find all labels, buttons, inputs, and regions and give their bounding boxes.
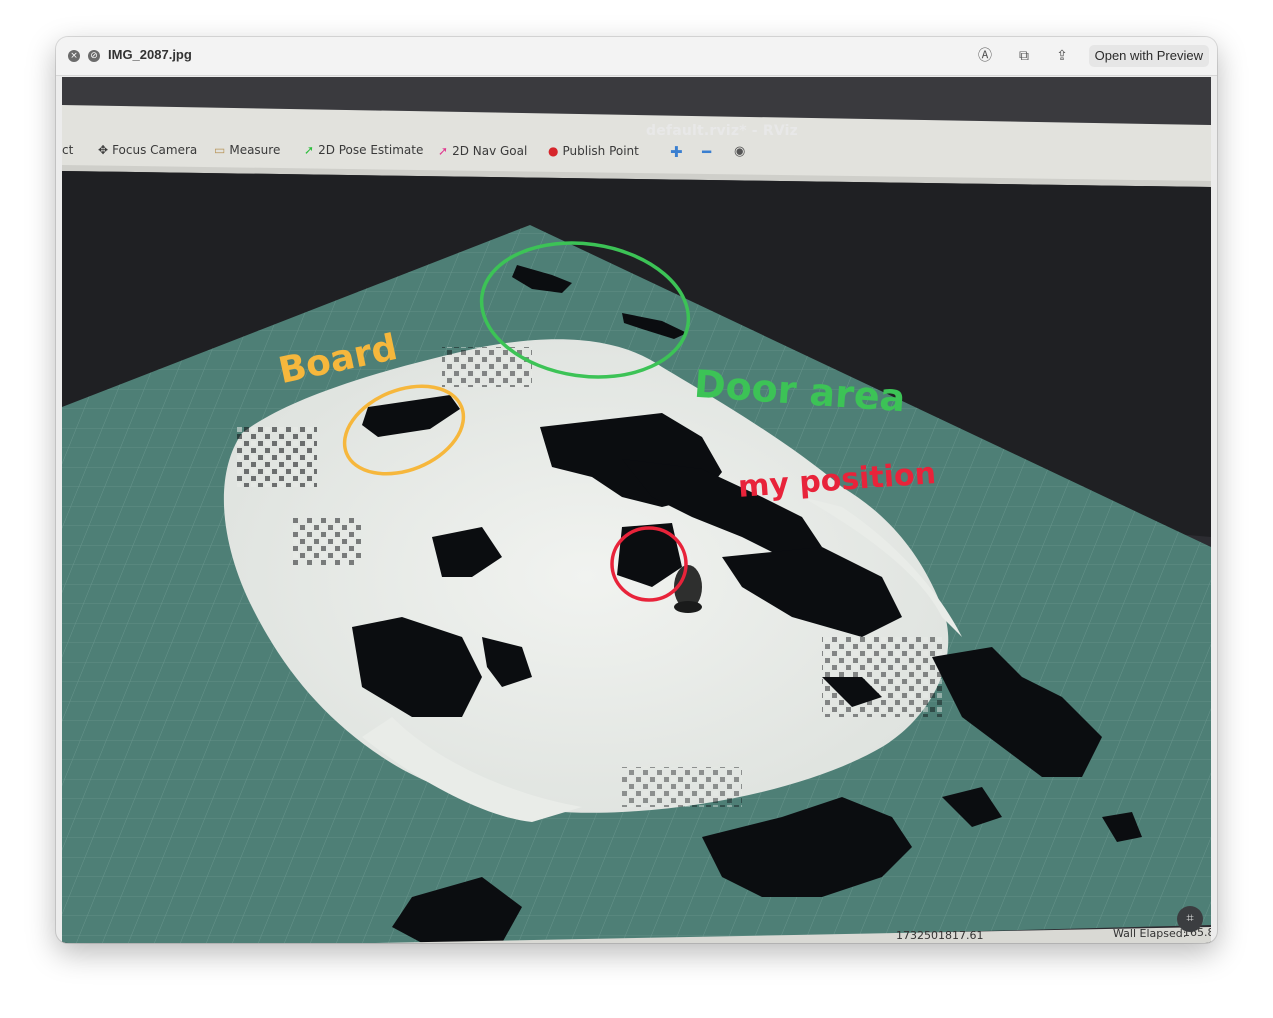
toolbar-2d-pose-estimate[interactable]: ➚ 2D Pose Estimate	[304, 143, 423, 157]
map-pin-icon: ●	[548, 144, 559, 158]
publish-point-label: Publish Point	[562, 144, 639, 158]
remove-tool-icon[interactable]: ━	[702, 143, 711, 161]
rviz-title: default.rviz* - RViz	[646, 123, 799, 139]
pose-estimate-label: 2D Pose Estimate	[318, 143, 424, 157]
nav-goal-label: 2D Nav Goal	[452, 144, 528, 158]
toolbar-measure[interactable]: ▭ Measure	[214, 143, 280, 157]
rotate-icon[interactable]: ⧉	[1015, 47, 1033, 65]
view-options-icon[interactable]: ◉	[734, 144, 745, 159]
rviz-screen-photo	[62, 77, 1211, 943]
toolbar-2d-nav-goal[interactable]: ➚ 2D Nav Goal	[438, 144, 527, 158]
ros-time-value: 1732501817.61	[896, 929, 984, 942]
toolbar-interact-label: ct	[62, 143, 74, 157]
photo-view: default.rviz* - RViz ct ✥ Focus Camera ▭ M…	[62, 77, 1211, 943]
pink-arrow-icon: ➚	[438, 144, 449, 158]
toolbar-focus-camera[interactable]: ✥ Focus Camera	[98, 143, 197, 157]
focus-camera-icon: ✥	[98, 143, 109, 157]
preview-window: × ⊘ IMG_2087.jpg Ⓐ ⧉ ⇪ Open with Preview	[56, 37, 1217, 943]
wall-elapsed-label: Wall Elapsed:	[1113, 927, 1187, 940]
focus-camera-label: Focus Camera	[112, 143, 198, 157]
share-icon[interactable]: ⇪	[1053, 47, 1071, 65]
live-text-icon[interactable]: ⌗	[1177, 906, 1203, 932]
markup-icon[interactable]: Ⓐ	[976, 47, 994, 65]
close-icon[interactable]: ×	[68, 50, 80, 62]
hide-icon[interactable]: ⊘	[88, 50, 100, 62]
measure-label: Measure	[229, 143, 281, 157]
add-tool-icon[interactable]: ✚	[670, 143, 683, 161]
toolbar-publish-point[interactable]: ● Publish Point	[548, 144, 639, 158]
file-title: IMG_2087.jpg	[108, 47, 192, 62]
green-arrow-icon: ➚	[304, 143, 315, 157]
ruler-icon: ▭	[214, 143, 226, 157]
toolbar-interact[interactable]: ct	[62, 143, 73, 157]
open-with-preview-button[interactable]: Open with Preview	[1088, 45, 1209, 67]
window-titlebar: × ⊘ IMG_2087.jpg Ⓐ ⧉ ⇪ Open with Preview	[56, 37, 1217, 76]
